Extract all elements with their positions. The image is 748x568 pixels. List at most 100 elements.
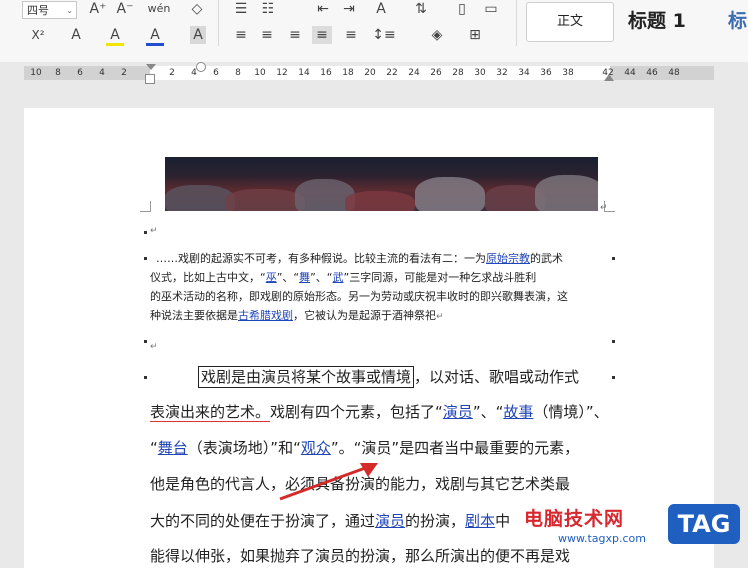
shrink-font-button[interactable]: A⁻ bbox=[114, 0, 136, 18]
char-shading-icon[interactable]: A bbox=[190, 26, 206, 44]
ruler-number: 28 bbox=[452, 68, 464, 78]
link-actor[interactable]: 演员 bbox=[443, 403, 473, 421]
link-stage[interactable]: 舞台 bbox=[158, 439, 188, 457]
justify-icon[interactable]: ≡ bbox=[312, 26, 332, 44]
highlight-icon[interactable]: A bbox=[106, 26, 124, 44]
style-normal[interactable]: 正文 bbox=[526, 2, 614, 42]
bullet-dot bbox=[144, 340, 147, 343]
watermark-badge: TAG bbox=[668, 504, 740, 544]
site-watermark: 电脑技术网 www.tagxp.com TAG bbox=[500, 500, 748, 558]
ruler-number: 44 bbox=[624, 68, 636, 78]
style-heading2-partial[interactable]: 标 bbox=[728, 2, 748, 40]
ruler-number: 26 bbox=[430, 68, 442, 78]
clear-format-icon[interactable]: ◇ bbox=[188, 0, 206, 18]
phonetic-guide-button[interactable]: wén bbox=[146, 0, 172, 18]
numbering-icon[interactable]: ☷ bbox=[258, 0, 278, 18]
align-left-icon[interactable]: ≡ bbox=[232, 26, 250, 44]
highlight-color-bar bbox=[106, 43, 124, 46]
align-right-icon[interactable]: ≡ bbox=[286, 26, 304, 44]
ruler-number: 6 bbox=[213, 68, 219, 78]
first-line-indent-marker[interactable] bbox=[146, 64, 156, 70]
text-line: 戏剧是由演员将某个故事或情境 ，以对话、歌唱或动作式 bbox=[150, 366, 615, 388]
right-indent-marker[interactable] bbox=[604, 74, 614, 81]
horizontal-ruler[interactable]: 10 8 6 4 2 2 4 6 8 10 12 14 16 18 20 22 24 26 28 30 32 34 36 38… bbox=[0, 62, 748, 86]
box-icon[interactable]: ▭ bbox=[482, 0, 500, 18]
ruler-number: 16 bbox=[320, 68, 332, 78]
ruler-number: 2 bbox=[169, 68, 175, 78]
crop-mark-top-left bbox=[140, 201, 151, 212]
font-color-icon[interactable]: A bbox=[146, 26, 164, 44]
align-center-icon[interactable]: ≡ bbox=[258, 26, 276, 44]
divider bbox=[516, 0, 517, 46]
text-effect-icon[interactable]: A bbox=[68, 26, 84, 44]
watermark-title: 电脑技术网 bbox=[524, 508, 625, 530]
banner-image[interactable] bbox=[165, 157, 598, 211]
superscript-button[interactable]: X² bbox=[26, 26, 50, 44]
ruler-number: 8 bbox=[235, 68, 241, 78]
ruler-number: 18 bbox=[342, 68, 354, 78]
link-wu-1[interactable]: 巫 bbox=[266, 271, 277, 284]
bullet-dot bbox=[144, 257, 147, 260]
text-line: 的巫术活动的名称，即戏剧的原始形态。另一为劳动或庆祝丰收时的即兴歌舞表演，这 bbox=[150, 290, 568, 303]
outdent-icon[interactable]: ⇤ bbox=[314, 0, 332, 18]
bullet-dot bbox=[612, 376, 615, 379]
ruler-number: 36 bbox=[540, 68, 552, 78]
ruler-number: 24 bbox=[408, 68, 420, 78]
ruler-number: 10 bbox=[254, 68, 266, 78]
text-line: ……戏剧的起源实不可考，有多种假说。比较主流的看法有二：一为原始宗教的武术 bbox=[156, 252, 563, 265]
ruler-number: 46 bbox=[646, 68, 658, 78]
line-spacing-icon[interactable]: ↕≡ bbox=[370, 26, 398, 44]
ruler-number: 10 bbox=[30, 68, 42, 78]
selected-text-box[interactable]: 戏剧是由演员将某个故事或情境 bbox=[198, 366, 415, 388]
ruler-number: 22 bbox=[386, 68, 398, 78]
indent-icon[interactable]: ⇥ bbox=[340, 0, 358, 18]
link-wu-3[interactable]: 武 bbox=[333, 271, 344, 284]
link-primitive-religion[interactable]: 原始宗教 bbox=[486, 252, 530, 265]
ruler-number: 30 bbox=[474, 68, 486, 78]
delete-icon[interactable]: ▯ bbox=[454, 0, 470, 18]
style-heading1[interactable]: 标题 1 bbox=[628, 2, 708, 40]
divider bbox=[218, 0, 219, 46]
ruler-number: 2 bbox=[121, 68, 127, 78]
ruler-number: 8 bbox=[55, 68, 61, 78]
tab-marker[interactable] bbox=[196, 62, 206, 72]
paragraph-origin[interactable]: ……戏剧的起源实不可考，有多种假说。比较主流的看法有二：一为原始宗教的武术 仪式… bbox=[150, 249, 610, 327]
borders-icon[interactable]: ⊞ bbox=[466, 26, 484, 44]
link-wu-2[interactable]: 舞 bbox=[299, 271, 310, 284]
link-story[interactable]: 故事 bbox=[503, 403, 533, 421]
ruler-number: 38 bbox=[562, 68, 574, 78]
link-actor-2[interactable]: 演员 bbox=[375, 512, 405, 530]
bullet-dot bbox=[144, 376, 147, 379]
paragraph-mark: ↵ bbox=[600, 203, 608, 213]
paragraph-mark: ↵ bbox=[150, 226, 158, 236]
ribbon-toolbar: 四号 ⌄ A⁺ A⁻ wén ◇ ☰ ☷ ⇤ ⇥ A ⇅ ▯ ▭ X² A A A… bbox=[0, 0, 748, 63]
distribute-icon[interactable]: ≡ bbox=[342, 26, 360, 44]
shading-icon[interactable]: ◈ bbox=[428, 26, 446, 44]
bullets-icon[interactable]: ☰ bbox=[232, 0, 250, 18]
bullet-dot bbox=[612, 340, 615, 343]
ruler-number: 48 bbox=[668, 68, 680, 78]
ruler-number: 20 bbox=[364, 68, 376, 78]
ruler-number: 34 bbox=[518, 68, 530, 78]
text-line: 种说法主要依据是古希腊戏剧，它被认为是起源于酒神祭祀↵ bbox=[150, 309, 444, 322]
font-color-bar bbox=[146, 43, 164, 46]
grow-font-button[interactable]: A⁺ bbox=[88, 0, 108, 18]
ruler-number: 12 bbox=[276, 68, 288, 78]
annotation-arrow bbox=[279, 463, 378, 501]
link-script[interactable]: 剧本 bbox=[465, 512, 495, 530]
bullet-dot bbox=[612, 257, 615, 260]
sort-icon[interactable]: ⇅ bbox=[412, 0, 430, 18]
font-size-value: 四号 bbox=[27, 4, 49, 17]
font-size-select[interactable]: 四号 ⌄ bbox=[22, 1, 77, 19]
ruler-number: 4 bbox=[99, 68, 105, 78]
ruler-number: 32 bbox=[496, 68, 508, 78]
text-line: 表演出来的艺术。戏剧有四个元素，包括了“演员”、“故事（情境）”、 bbox=[150, 403, 609, 422]
paragraph-definition[interactable]: 戏剧是由演员将某个故事或情境 ，以对话、歌唱或动作式 bbox=[150, 366, 615, 388]
link-greek-drama[interactable]: 古希腊戏剧 bbox=[238, 309, 293, 322]
watermark-url: www.tagxp.com bbox=[558, 532, 646, 545]
char-format-icon[interactable]: A bbox=[372, 0, 390, 18]
ruler-number: 14 bbox=[298, 68, 310, 78]
bullet-dot bbox=[144, 231, 147, 234]
left-indent-marker[interactable] bbox=[145, 74, 155, 84]
paragraph-mark: ↵ bbox=[150, 342, 158, 352]
